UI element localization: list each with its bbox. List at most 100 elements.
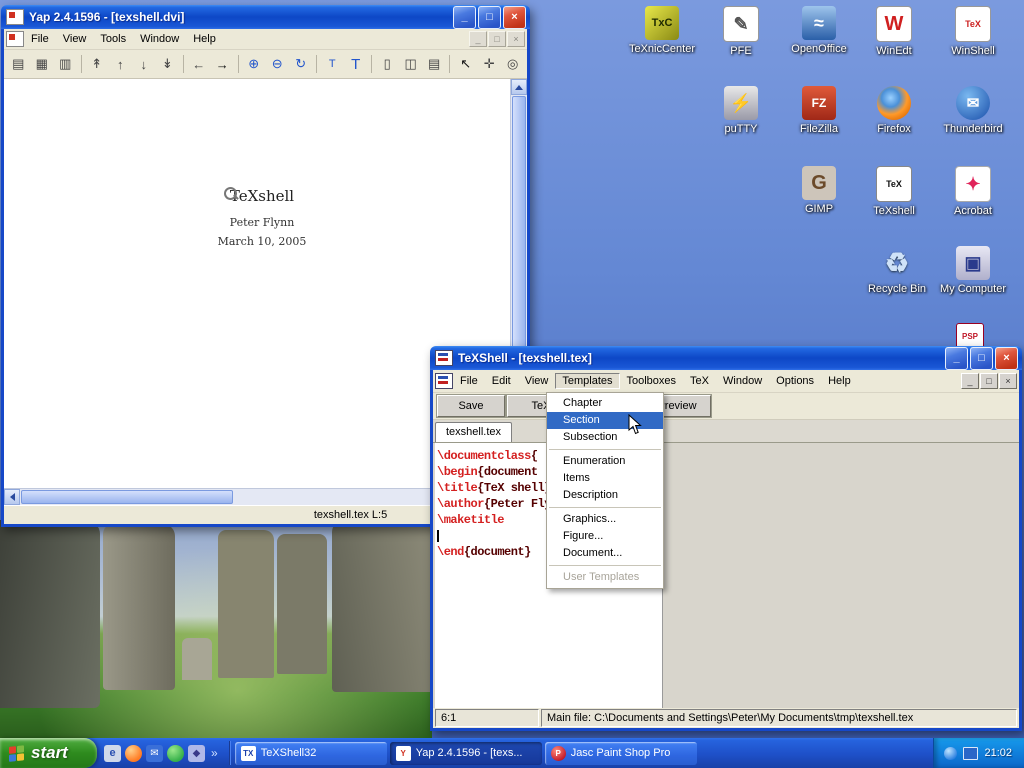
zoom-in-icon[interactable]: ⊕ (242, 52, 265, 76)
menu-item-graphics[interactable]: Graphics... (547, 511, 663, 528)
desktop-icon-winedt[interactable]: W WinEdt (856, 6, 932, 57)
mdi-close-button[interactable]: × (999, 373, 1017, 389)
close-button[interactable]: × (503, 6, 526, 29)
desktop-icon-openoffice[interactable]: ≈ OpenOffice (781, 6, 857, 55)
menu-file[interactable]: File (24, 31, 56, 47)
taskbar-button-paintshoppro[interactable]: P Jasc Paint Shop Pro (545, 742, 697, 765)
taskbar-button-texshell32[interactable]: TX TeXShell32 (235, 742, 387, 765)
mdi-minimize-button[interactable]: _ (469, 31, 487, 47)
desktop[interactable]: TxC TeXnicCenter ✎ PFE ≈ OpenOffice W Wi… (0, 0, 1024, 768)
menu-templates[interactable]: Templates (555, 373, 619, 389)
magnifier-tool-icon[interactable]: ◎ (501, 52, 524, 76)
font-larger-icon[interactable]: T (344, 52, 367, 76)
vertical-scroll-thumb[interactable] (512, 96, 526, 354)
menu-file[interactable]: File (453, 373, 485, 389)
last-page-icon[interactable]: ↡ (156, 52, 179, 76)
display-settings-icon[interactable] (963, 747, 978, 760)
desktop-icon-thunderbird[interactable]: ✉ Thunderbird (935, 86, 1011, 135)
zoom-out-icon[interactable]: ⊖ (266, 52, 289, 76)
forward-icon[interactable]: → (211, 52, 234, 76)
menu-options[interactable]: Options (769, 373, 821, 389)
quick-launch-app-icon[interactable]: ● (167, 745, 184, 762)
maximize-button[interactable]: □ (478, 6, 501, 29)
menu-item-chapter[interactable]: Chapter (547, 395, 663, 412)
horizontal-scroll-thumb[interactable] (21, 490, 233, 504)
winedt-icon: W (876, 6, 912, 42)
next-page-icon[interactable]: ↓ (133, 52, 156, 76)
network-status-icon[interactable] (944, 747, 957, 760)
pfe-icon: ✎ (723, 6, 759, 42)
print-setup-icon[interactable]: ▥ (54, 52, 77, 76)
tab-texshell-tex[interactable]: texshell.tex (435, 422, 512, 442)
desktop-icon-acrobat[interactable]: ✦ Acrobat (935, 166, 1011, 217)
menu-view[interactable]: View (518, 373, 556, 389)
menu-edit[interactable]: Edit (485, 373, 518, 389)
desktop-icon-winshell[interactable]: TeX WinShell (935, 6, 1011, 57)
start-button[interactable]: start (0, 738, 97, 768)
main-file-status: Main file: C:\Documents and Settings\Pet… (541, 709, 1017, 727)
menu-help[interactable]: Help (186, 31, 223, 47)
scroll-left-icon[interactable] (4, 489, 20, 505)
menu-item-subsection[interactable]: Subsection (547, 429, 663, 446)
menu-window[interactable]: Window (133, 31, 186, 47)
recycle-bin-icon: ♻ (880, 246, 914, 280)
print-icon[interactable]: ▦ (31, 52, 54, 76)
first-page-icon[interactable]: ↟ (85, 52, 108, 76)
desktop-icon-recycle-bin[interactable]: ♻ Recycle Bin (859, 246, 935, 295)
menu-item-figure[interactable]: Figure... (547, 528, 663, 545)
menu-tools[interactable]: Tools (93, 31, 133, 47)
quick-launch-firefox-icon[interactable]: ● (125, 745, 142, 762)
desktop-icon-texshell[interactable]: TeX TeXshell (856, 166, 932, 217)
mdi-close-button[interactable]: × (507, 31, 525, 47)
menu-tex[interactable]: TeX (683, 373, 716, 389)
menu-item-document[interactable]: Document... (547, 545, 663, 562)
quick-launch-browser-icon[interactable]: e (104, 745, 121, 762)
desktop-icon-gimp[interactable]: G GIMP (781, 166, 857, 215)
menu-window[interactable]: Window (716, 373, 769, 389)
font-smaller-icon[interactable]: T (321, 52, 344, 76)
refresh-icon[interactable]: ↻ (289, 52, 312, 76)
single-page-view-icon[interactable]: ▯ (376, 52, 399, 76)
menu-item-items[interactable]: Items (547, 470, 663, 487)
mdi-minimize-button[interactable]: _ (961, 373, 979, 389)
quick-launch-mail-icon[interactable]: ✉ (146, 745, 163, 762)
minimize-button[interactable]: _ (945, 347, 968, 370)
menu-toolboxes[interactable]: Toolboxes (620, 373, 684, 389)
yap-titlebar[interactable]: Yap 2.4.1596 - [texshell.dvi] _ □ × (1, 5, 530, 29)
desktop-icon-pfe[interactable]: ✎ PFE (703, 6, 779, 57)
double-page-view-icon[interactable]: ◫ (399, 52, 422, 76)
back-icon[interactable]: ← (187, 52, 210, 76)
menu-item-description[interactable]: Description (547, 487, 663, 504)
texshell-window-title: TeXShell - [texshell.tex] (458, 351, 945, 365)
desktop-icon-putty[interactable]: ⚡ puTTY (703, 86, 779, 135)
texshell-menubar: File Edit View Templates Toolboxes TeX W… (433, 370, 1019, 393)
menu-item-section[interactable]: Section (547, 412, 663, 429)
desktop-icon-firefox[interactable]: ● Firefox (856, 86, 932, 135)
templates-menu: Chapter Section Subsection Enumeration I… (546, 392, 664, 589)
desktop-icon-label: Recycle Bin (859, 283, 935, 295)
desktop-icon-my-computer[interactable]: ▣ My Computer (935, 246, 1011, 295)
taskbar-button-yap[interactable]: Y Yap 2.4.1596 - [texs... (390, 742, 542, 765)
close-button[interactable]: × (995, 347, 1018, 370)
menu-help[interactable]: Help (821, 373, 858, 389)
menu-view[interactable]: View (56, 31, 94, 47)
quick-launch-overflow-icon[interactable]: » (209, 746, 220, 760)
texshell-titlebar[interactable]: TeXShell - [texshell.tex] _ □ × (430, 346, 1022, 370)
taskbar-divider (229, 741, 230, 765)
desktop-icon-filezilla[interactable]: FZ FileZilla (781, 86, 857, 135)
mdi-client-area: \documentclass{ \begin{document \title{T… (433, 443, 1019, 708)
mdi-restore-button[interactable]: □ (488, 31, 506, 47)
menu-item-enumeration[interactable]: Enumeration (547, 453, 663, 470)
minimize-button[interactable]: _ (453, 6, 476, 29)
quick-launch-app-icon[interactable]: ◆ (188, 745, 205, 762)
save-button[interactable]: Save (437, 395, 505, 417)
select-tool-icon[interactable]: ↖ (454, 52, 477, 76)
hand-tool-icon[interactable]: ✛ (478, 52, 501, 76)
desktop-icon-texniccenter[interactable]: TxC TeXnicCenter (624, 6, 700, 55)
previous-page-icon[interactable]: ↑ (109, 52, 132, 76)
mdi-restore-button[interactable]: □ (980, 373, 998, 389)
continuous-view-icon[interactable]: ▤ (423, 52, 446, 76)
scroll-up-icon[interactable] (511, 79, 527, 95)
maximize-button[interactable]: □ (970, 347, 993, 370)
open-icon[interactable]: ▤ (7, 52, 30, 76)
